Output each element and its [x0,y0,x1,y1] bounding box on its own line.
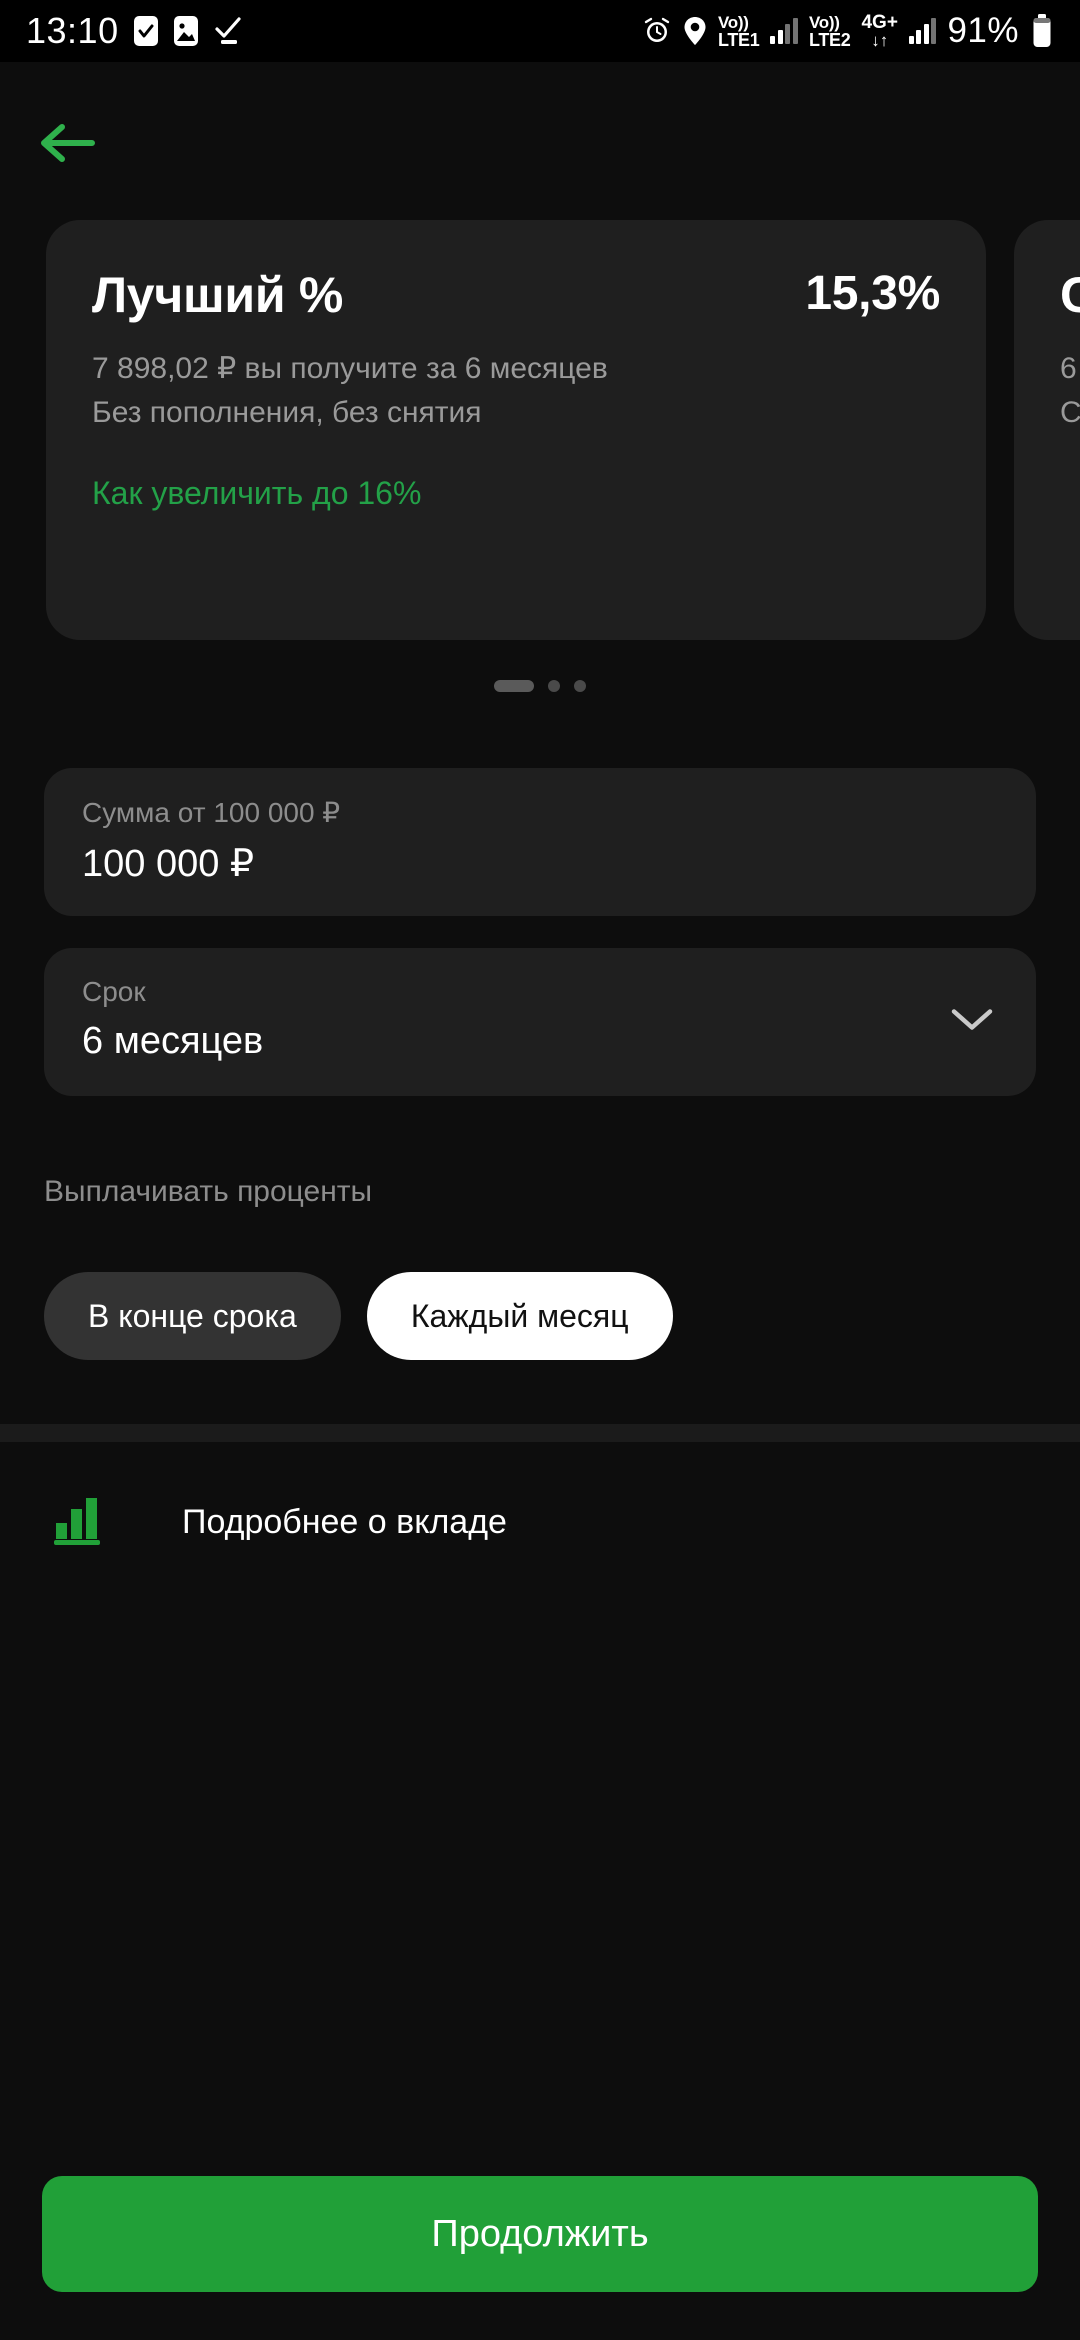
check-underline-icon [213,15,243,47]
sim1-volte-label: Vo)) [718,12,749,32]
data-transfer-arrows-icon: ↓↑ [871,31,889,50]
offer-subtitle-line2: С п [1060,396,1080,430]
continue-button[interactable]: Продолжить [42,2176,1038,2292]
sim2-signal-bars-icon [908,18,937,44]
offer-card-header: Лучший % 15,3% [92,266,940,324]
payout-option-label: Каждый месяц [410,1297,629,1334]
payout-option-monthly[interactable]: Каждый месяц [366,1272,673,1360]
status-bar-right: Vo)) LTE1 Vo)) LTE2 4G+ ↓↑ 91% [642,11,1054,51]
offer-card[interactable]: Лучший % 15,3% 7 898,02 ₽ вы получите за… [46,220,986,640]
amount-field-value[interactable]: 100 000 ₽ [82,841,998,886]
payout-options: В конце срока Каждый месяц [44,1272,673,1360]
amount-field-label: Сумма от 100 000 ₽ [82,797,341,828]
pagination-dot-active[interactable] [494,680,534,692]
amount-field[interactable]: Сумма от 100 000 ₽ 100 000 ₽ [44,768,1036,916]
offer-carousel[interactable]: Лучший % 15,3% 7 898,02 ₽ вы получите за… [0,220,1080,640]
offer-card-header: Со [1060,266,1080,324]
pagination-dot[interactable] [548,680,560,692]
term-field-value[interactable]: 6 месяцев [82,1020,998,1063]
battery-icon [1030,14,1054,48]
term-field[interactable]: Срок 6 месяцев [44,948,1036,1096]
offer-subtitle-line1: 7 898,02 ₽ вы получите за 6 месяцев [92,352,608,385]
pagination-dot[interactable] [574,680,586,692]
payout-section-label: Выплачивать проценты [44,1175,373,1208]
back-arrow-icon [36,119,100,172]
location-icon [683,16,707,46]
offer-increase-link[interactable]: Как увеличить до 16% [92,475,421,512]
sim1-network-label: LTE1 [718,29,760,50]
status-bar: 13:10 Vo)) LTE1 Vo)) LTE2 4G+ ↓↑ 91% [0,0,1080,62]
status-bar-left: 13:10 [26,10,243,52]
app-screen: 13:10 Vo)) LTE1 Vo)) LTE2 4G+ ↓↑ 91% Луч… [0,0,1080,2340]
data-network-indicator: 4G+ ↓↑ [861,13,897,49]
offer-title: Со [1060,267,1080,323]
sim1-indicator: Vo)) LTE1 [718,12,760,50]
image-icon [173,15,199,47]
sim2-volte-label: Vo)) [808,12,840,32]
offer-card[interactable]: Со 6 6 С п [1014,220,1080,640]
back-button[interactable] [36,118,110,172]
sim1-signal-bars-icon [770,18,798,44]
data-network-plus: + [886,12,898,33]
offer-subtitle-line1: 6 6 [1060,352,1080,385]
sim2-indicator: Vo)) LTE2 [808,12,851,50]
term-field-label: Срок [82,976,146,1007]
payout-option-label: В конце срока [88,1297,297,1334]
deposit-details-label: Подробнее о вкладе [182,1502,507,1541]
sim2-network-label: LTE2 [808,29,851,50]
deposit-details-link[interactable]: Подробнее о вкладе [0,1462,1080,1582]
offer-cards-row: Лучший % 15,3% 7 898,02 ₽ вы получите за… [0,220,1080,640]
carousel-pagination [0,680,1080,692]
bar-chart-icon [52,1493,110,1552]
status-bar-clock: 13:10 [26,10,119,51]
offer-subtitle-line2: Без пополнения, без снятия [92,396,482,430]
offer-title: Лучший % [92,267,344,323]
offer-rate: 15,3% [805,267,940,320]
chevron-down-icon[interactable] [950,1007,994,1038]
checkbox-icon [133,15,159,47]
alarm-icon [642,16,672,46]
data-network-label: 4G [861,12,887,33]
continue-button-label: Продолжить [431,2212,649,2255]
section-divider [0,1424,1080,1442]
payout-option-end-of-term[interactable]: В конце срока [44,1272,341,1360]
battery-percent-label: 91% [947,11,1019,50]
